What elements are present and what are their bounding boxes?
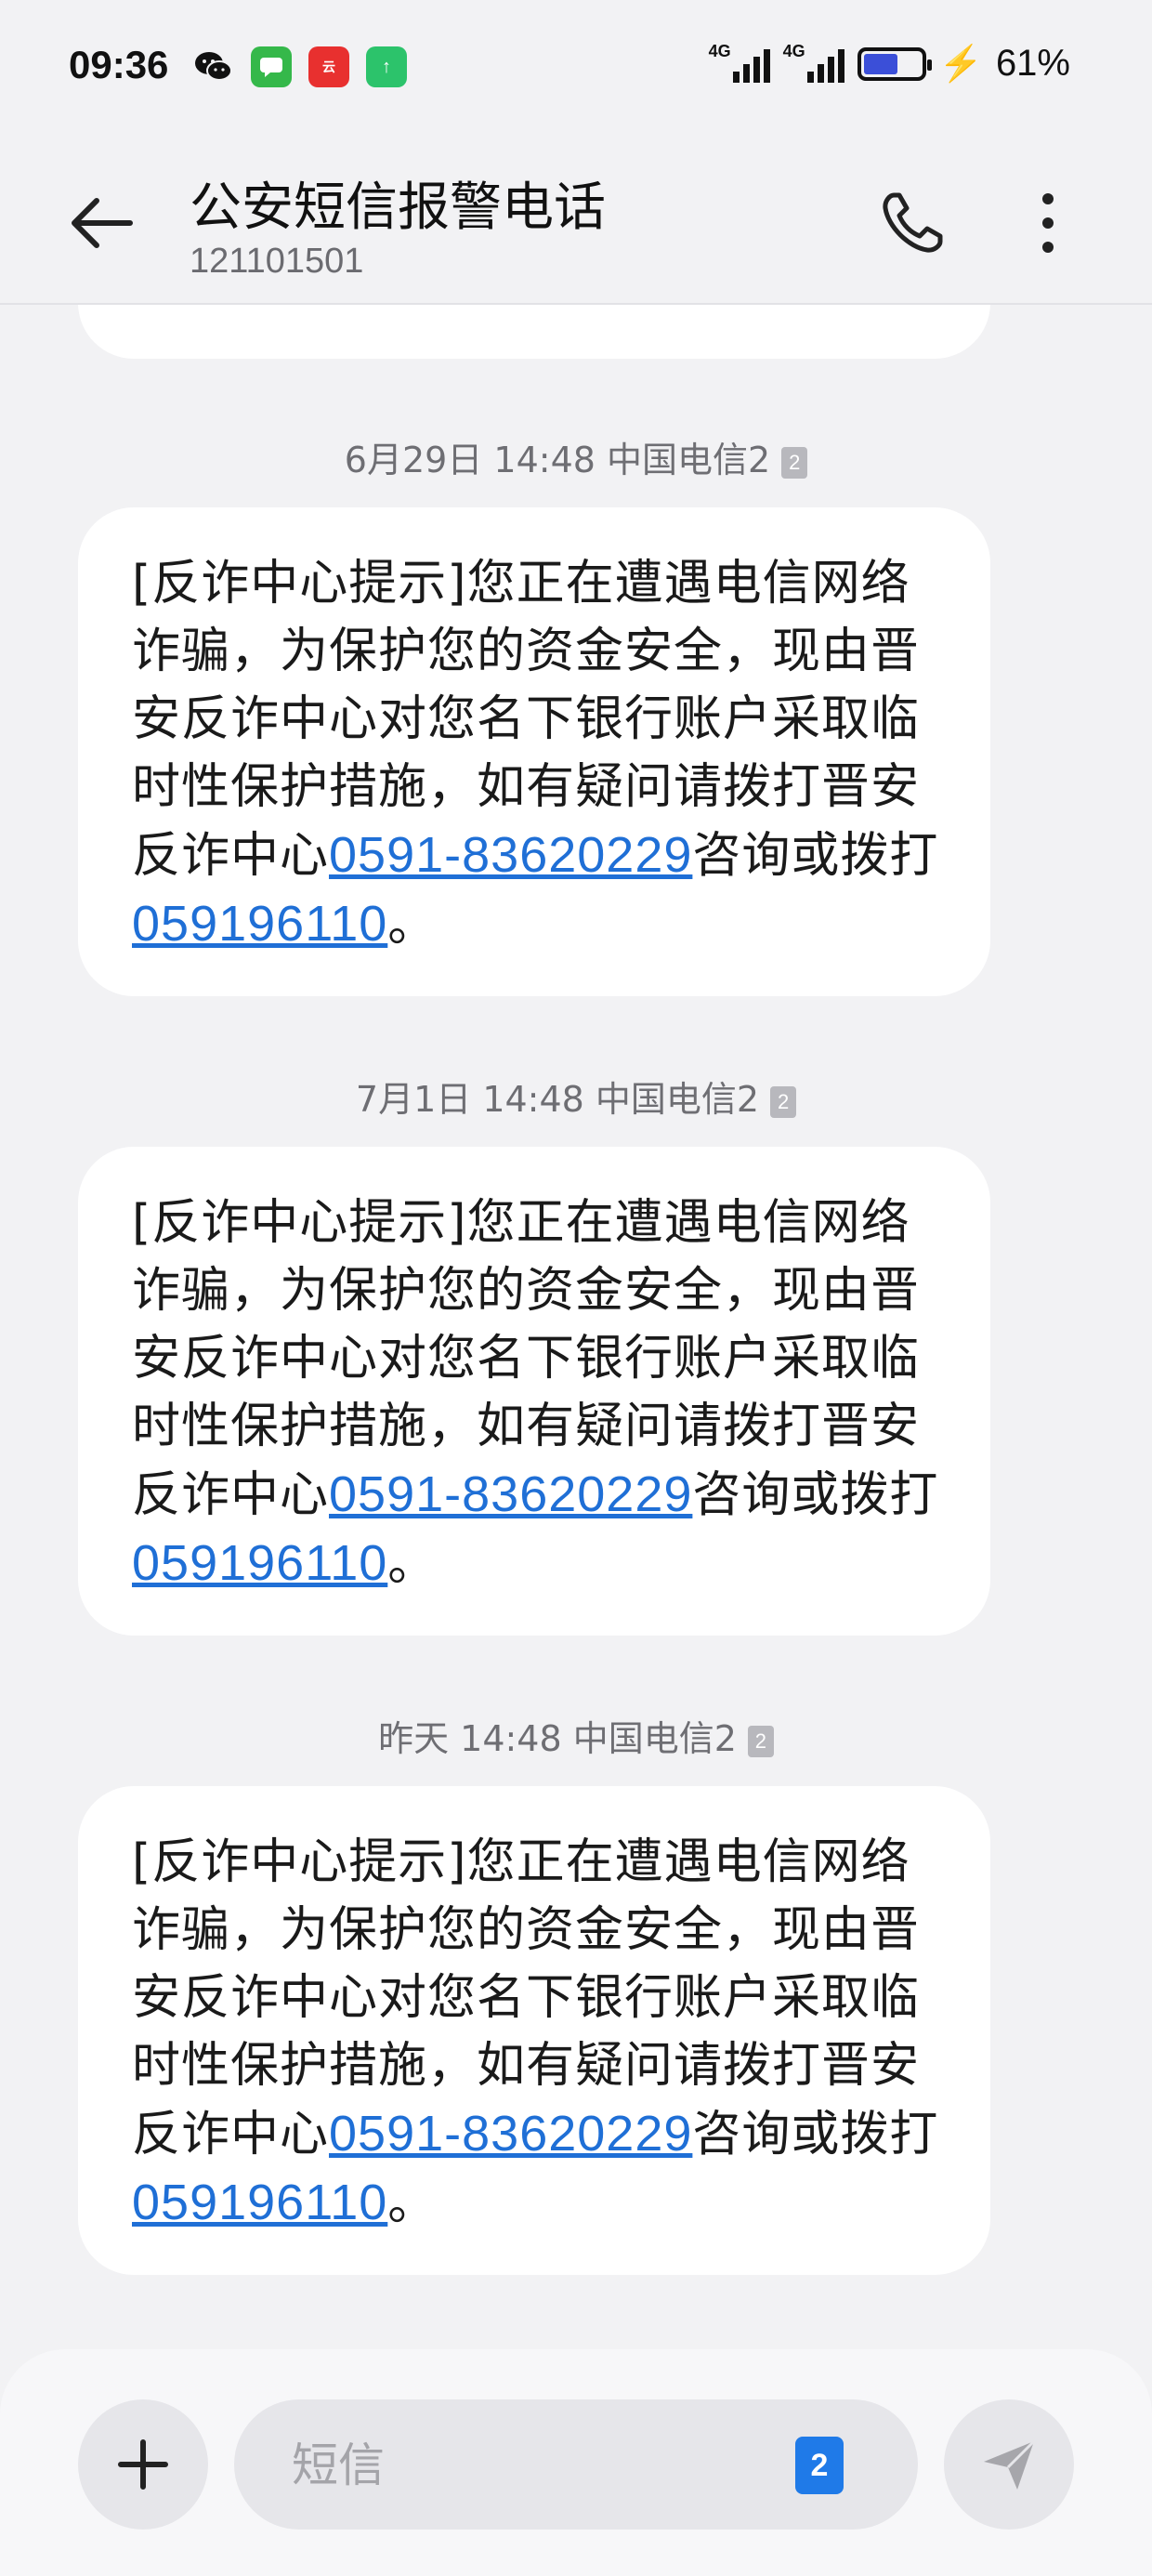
- conversation-header: 公安短信报警电话 121101501: [0, 139, 1152, 305]
- message-timestamp: 6月29日 14:48 中国电信2 2: [0, 431, 1152, 482]
- sim-select-button[interactable]: 2: [795, 2437, 844, 2494]
- message-text: 咨询或拨打: [692, 2107, 939, 2162]
- messages-icon: [251, 46, 292, 87]
- system-status: 4G 4G ⚡ 61%: [709, 42, 1070, 85]
- arrow-left-icon: [72, 198, 133, 248]
- wechat-icon: [193, 46, 234, 87]
- phone-link[interactable]: 0591-83620229: [329, 827, 692, 883]
- phone-link[interactable]: 0591-83620229: [329, 1466, 692, 1522]
- more-vertical-icon: [1042, 193, 1054, 253]
- call-button[interactable]: [877, 188, 948, 258]
- clock: 09:36: [69, 43, 169, 86]
- fliggy-icon: ↑: [366, 46, 407, 87]
- battery-percent: 61%: [995, 43, 1070, 84]
- charging-icon: ⚡: [938, 44, 983, 84]
- sim-icon: 2: [781, 446, 808, 479]
- phone-link[interactable]: 059196110: [132, 2175, 387, 2230]
- message-bubble[interactable]: [反诈中心提示]您正在遭遇电信网络诈骗，为保护您的资金安全，现由晋安反诈中心对您…: [78, 1147, 990, 1636]
- message-bubble-partial[interactable]: [78, 303, 990, 359]
- contact-number: 121101501: [190, 242, 364, 281]
- message-input[interactable]: [290, 2427, 777, 2504]
- message-timestamp: 昨天 14:48 中国电信2 2: [0, 1710, 1152, 1761]
- message-text: 。: [387, 1536, 438, 1592]
- message-text: 。: [387, 897, 438, 953]
- plus-icon: [118, 2439, 168, 2490]
- attach-button[interactable]: [78, 2399, 208, 2530]
- message-text: 。: [387, 2175, 438, 2231]
- compose-bar: 2: [0, 2349, 1152, 2576]
- phone-icon: [883, 192, 943, 253]
- battery-level: [863, 53, 898, 74]
- phone-link[interactable]: 059196110: [132, 896, 387, 952]
- message-bubble[interactable]: [反诈中心提示]您正在遭遇电信网络诈骗，为保护您的资金安全，现由晋安反诈中心对您…: [78, 1786, 990, 2275]
- sim-icon: 2: [770, 1085, 797, 1118]
- sim-icon: 2: [747, 1725, 774, 1757]
- contact-name: 公安短信报警电话: [190, 177, 606, 238]
- send-icon: [984, 2439, 1036, 2490]
- phone-link[interactable]: 059196110: [132, 1535, 387, 1591]
- message-timestamp: 7月1日 14:48 中国电信2 2: [0, 1071, 1152, 1122]
- more-options-button[interactable]: [1026, 188, 1070, 258]
- status-bar: 09:36 云 ↑ 4G 4G ⚡ 61%: [0, 0, 1152, 139]
- signal-icon-sim2: 4G: [783, 42, 844, 83]
- phone-link[interactable]: 0591-83620229: [329, 2106, 692, 2162]
- back-button[interactable]: [65, 190, 139, 256]
- send-button[interactable]: [944, 2399, 1074, 2530]
- notification-icons: 云 ↑: [193, 46, 407, 87]
- message-text: 咨询或拨打: [692, 828, 939, 884]
- message-thread[interactable]: 6月29日 14:48 中国电信2 2 [反诈中心提示]您正在遭遇电信网络诈骗，为…: [0, 303, 1152, 2320]
- message-input-container[interactable]: 2: [234, 2399, 918, 2530]
- battery-icon: [857, 46, 932, 81]
- alipay-icon: 云: [308, 46, 349, 87]
- signal-icon: 4G: [709, 42, 770, 83]
- message-text: 咨询或拨打: [692, 1467, 939, 1523]
- message-bubble[interactable]: [反诈中心提示]您正在遭遇电信网络诈骗，为保护您的资金安全，现由晋安反诈中心对您…: [78, 507, 990, 996]
